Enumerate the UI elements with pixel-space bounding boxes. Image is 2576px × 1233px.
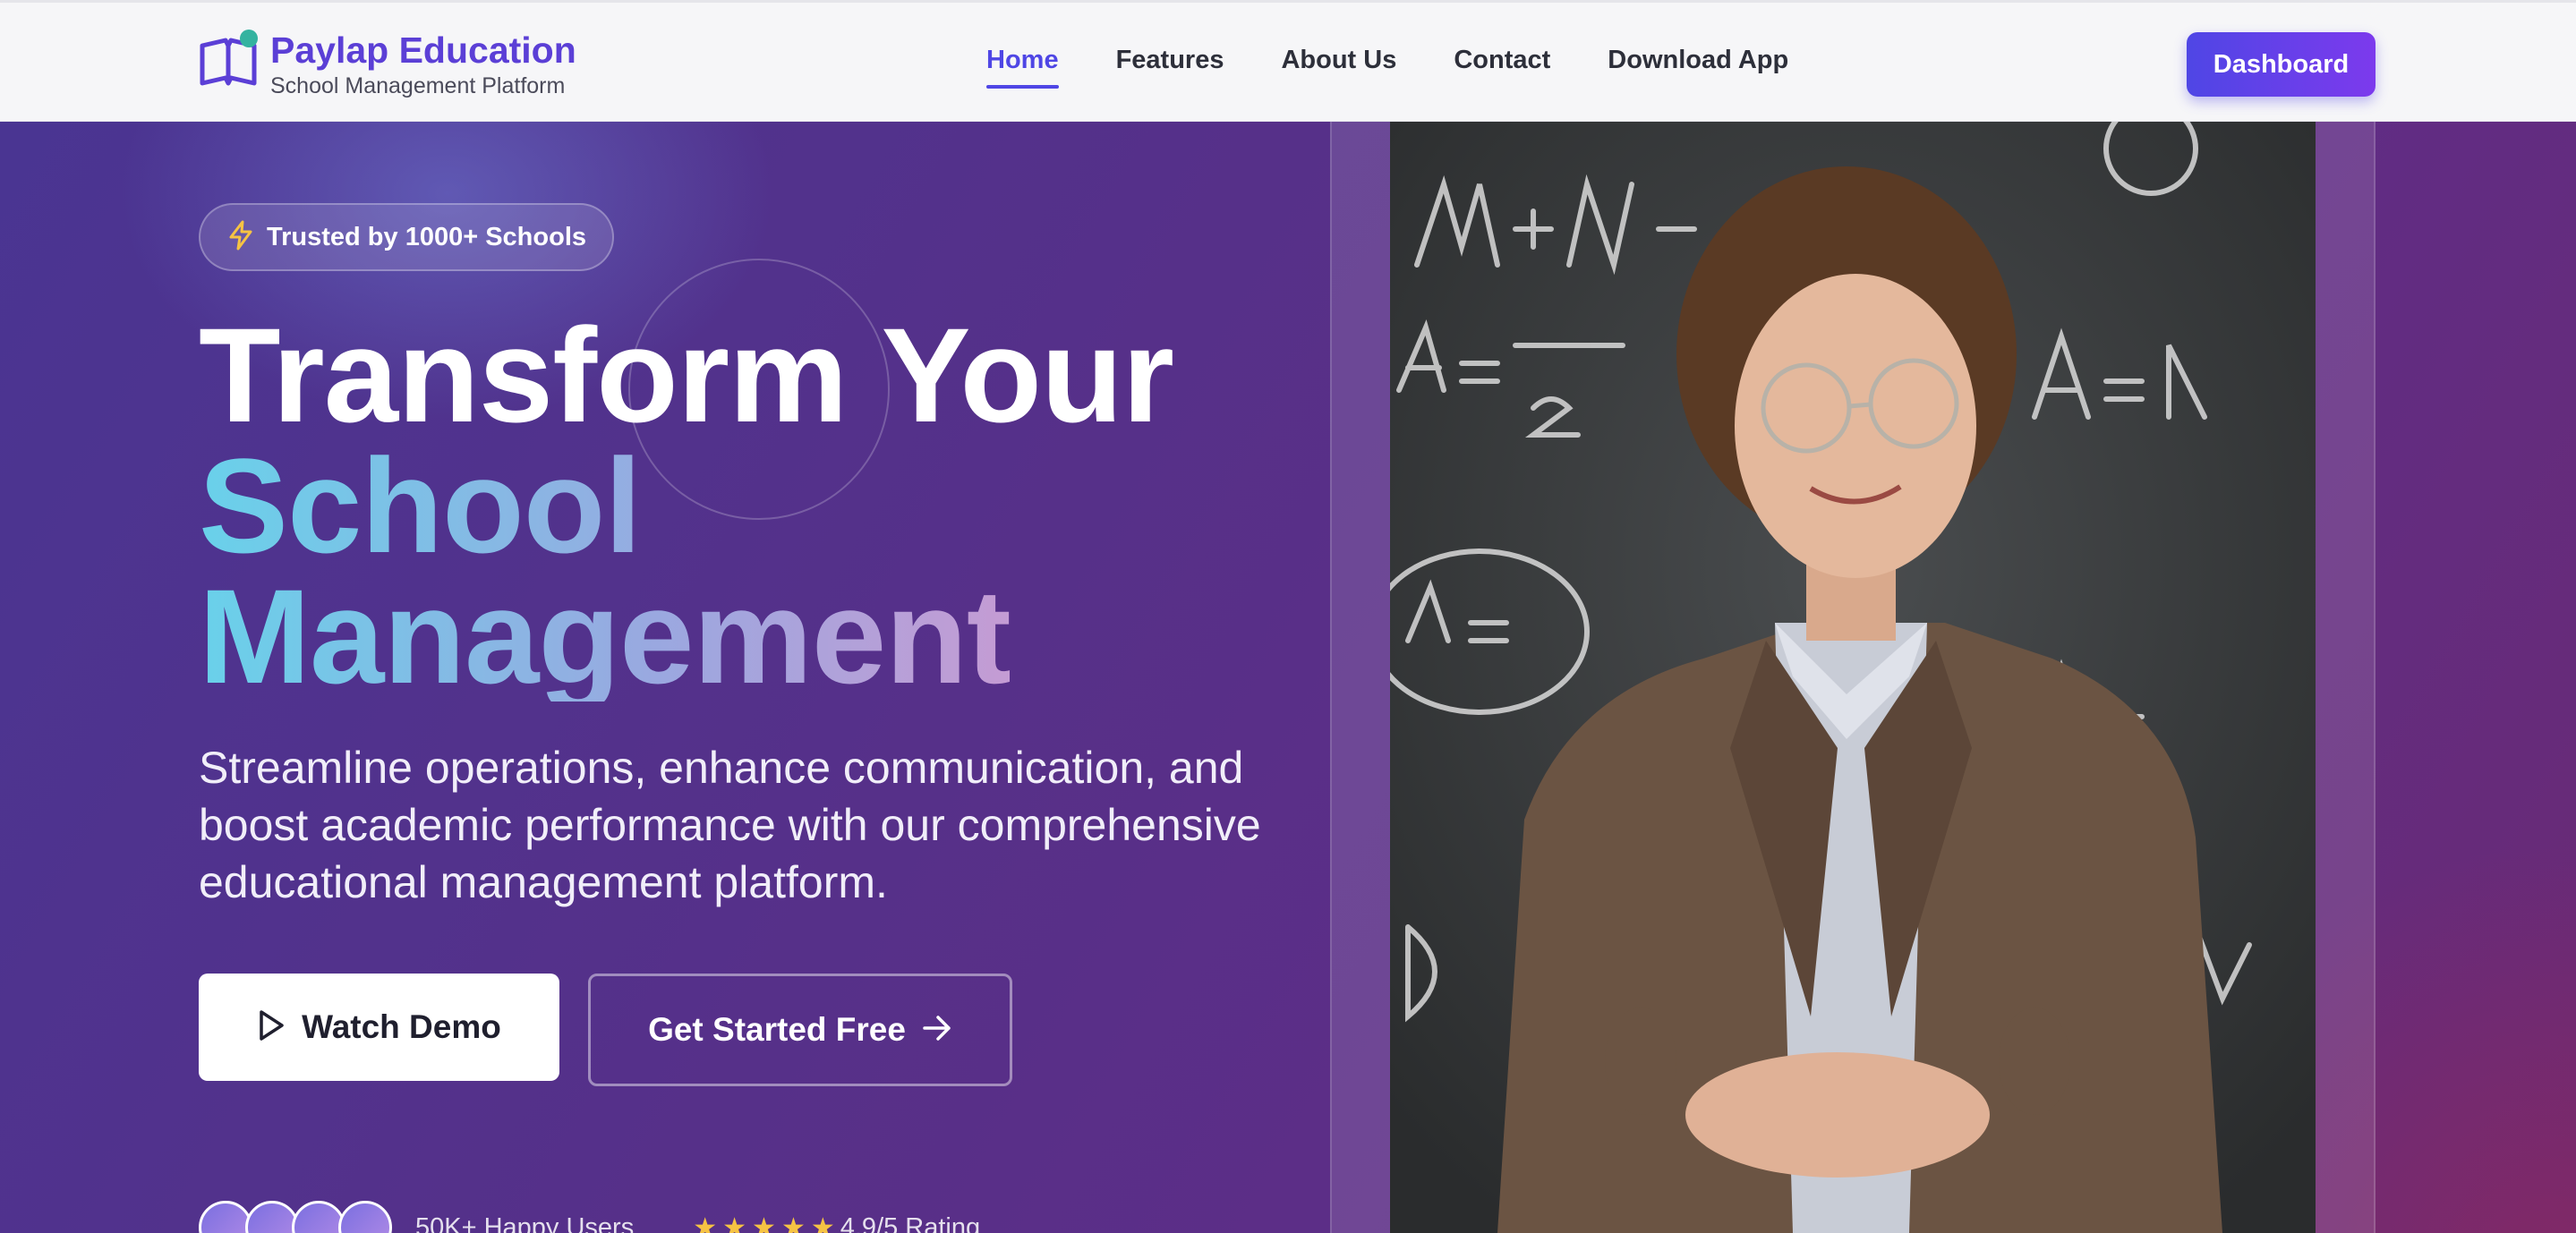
arrow-right-icon [922,1015,952,1046]
rating-text: 4.9/5 Rating [840,1212,981,1233]
rating-stars: ★ ★ ★ ★ ★ [693,1212,835,1233]
teacher-photo [1390,122,2316,1233]
nav-home[interactable]: Home [986,42,1059,89]
hero-title-line1: Transform Your [199,300,1174,450]
hero-title-line2: School [199,438,1173,573]
badge-text: Trusted by 1000+ Schools [267,222,587,251]
nav-features[interactable]: Features [1116,42,1224,78]
brand-logo[interactable]: Paylap Education School Management Platf… [199,30,576,99]
play-icon [257,1009,286,1046]
star-icon: ★ [752,1212,776,1233]
brand-name: Paylap Education [270,30,576,71]
top-navbar: Paylap Education School Management Platf… [0,0,2576,122]
nav-contact[interactable]: Contact [1454,42,1550,78]
happy-users-text: 50K+ Happy Users [415,1212,635,1233]
lightning-icon [227,220,254,255]
hero-section: Trusted by 1000+ Schools Transform Your … [0,122,2576,1233]
avatar [199,1201,252,1233]
trusted-badge: Trusted by 1000+ Schools [199,203,614,271]
book-icon [199,30,258,92]
hero-title-line3: Management [199,569,1173,703]
nav-download-app[interactable]: Download App [1608,42,1788,78]
logo-dot [240,30,258,47]
avatar [338,1201,392,1233]
watch-demo-button[interactable]: Watch Demo [199,974,559,1081]
avatar [292,1201,345,1233]
nav-about-us[interactable]: About Us [1281,42,1396,78]
hero-subtitle: Streamline operations, enhance communica… [199,743,1261,907]
get-started-button[interactable]: Get Started Free [588,974,1012,1086]
dashboard-button[interactable]: Dashboard [2187,32,2376,97]
social-proof: 50K+ Happy Users ★ ★ ★ ★ ★ 4.9/5 Rating [199,1201,980,1233]
user-avatars [199,1201,392,1233]
hero-title: Transform Your School Management [199,300,1174,703]
avatar [245,1201,299,1233]
get-started-label: Get Started Free [648,1011,906,1048]
star-icon: ★ [810,1212,835,1233]
star-icon: ★ [722,1212,747,1233]
star-icon: ★ [780,1212,806,1233]
brand-tagline: School Management Platform [270,73,566,98]
star-icon: ★ [693,1212,718,1233]
watch-demo-label: Watch Demo [302,1008,501,1045]
main-nav: Home Features About Us Contact Download … [986,42,1788,89]
